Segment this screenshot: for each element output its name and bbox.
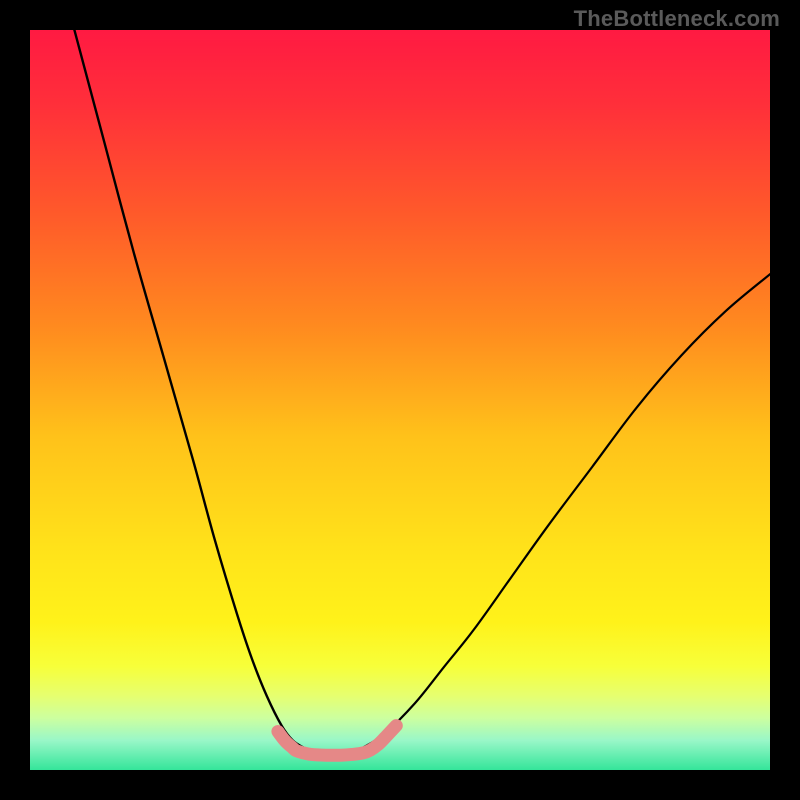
left-valley-curve (74, 30, 303, 748)
plot-area (30, 30, 770, 770)
valley-floor-highlight (278, 726, 396, 756)
curve-layer (30, 30, 770, 770)
right-valley-curve (363, 274, 770, 748)
chart-stage: TheBottleneck.com (0, 0, 800, 800)
watermark-text: TheBottleneck.com (574, 6, 780, 32)
